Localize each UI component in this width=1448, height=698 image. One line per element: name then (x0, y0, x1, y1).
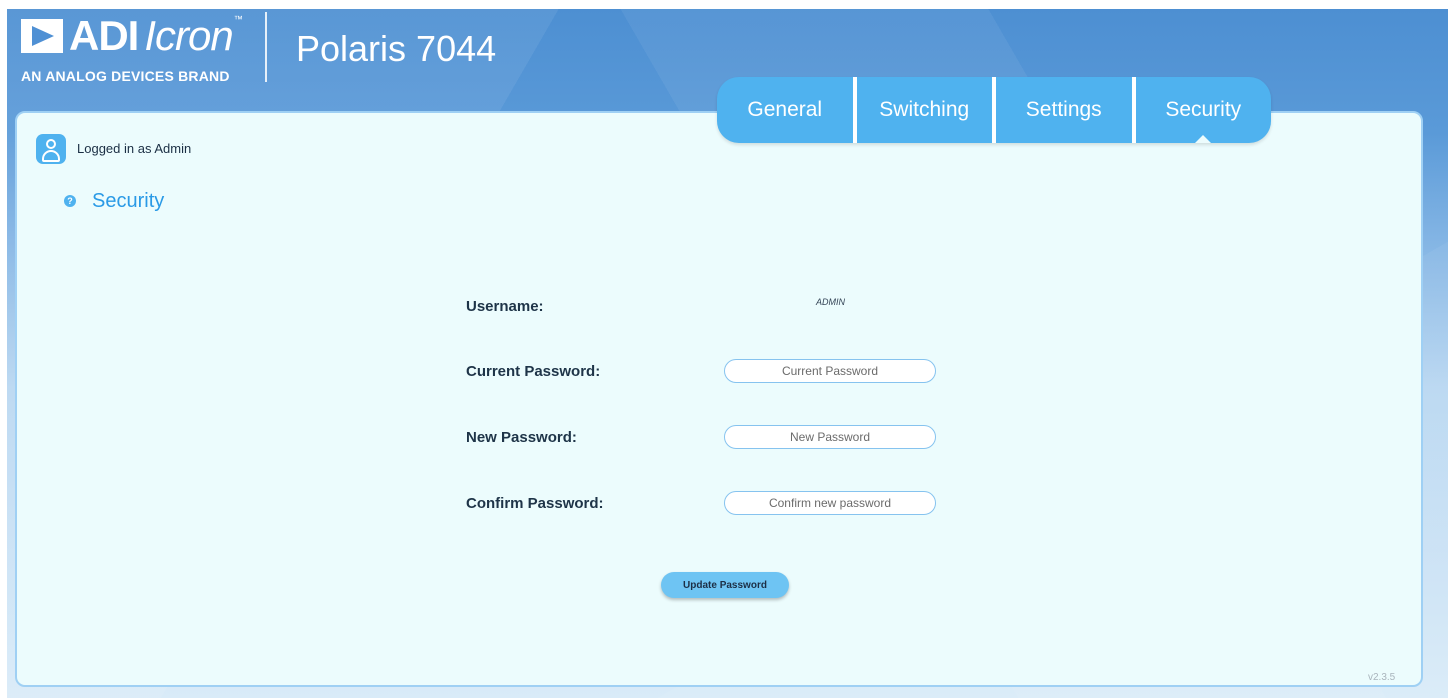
current-password-label: Current Password: (466, 363, 601, 380)
brand-wordmark: ADI Icron™ (69, 12, 243, 59)
username-label: Username: (466, 298, 544, 315)
adi-icron-logo: ADI Icron™ AN ANALOG DEVICES BRAND (21, 12, 243, 84)
version-label: v2.3.5 (1368, 672, 1396, 683)
tab-general[interactable]: General (717, 77, 857, 143)
user-avatar-icon (36, 134, 66, 164)
tab-security[interactable]: Security (1136, 77, 1272, 143)
new-password-input[interactable] (724, 425, 936, 449)
tab-settings[interactable]: Settings (996, 77, 1136, 143)
content-panel (15, 111, 1423, 687)
page-title: Security (92, 190, 165, 212)
main-tabs: General Switching Settings Security (717, 77, 1271, 143)
username-value: ADMIN (816, 297, 845, 307)
brand-tagline: AN ANALOG DEVICES BRAND (21, 68, 230, 84)
adi-triangle-logo-icon (21, 19, 63, 53)
header-divider (265, 12, 267, 82)
current-password-input[interactable] (724, 359, 936, 383)
product-title: Polaris 7044 (296, 28, 497, 69)
tab-switching[interactable]: Switching (857, 77, 996, 143)
confirm-password-input[interactable] (724, 491, 936, 515)
question-circle-icon[interactable]: ? (64, 195, 76, 207)
login-status: Logged in as Admin (77, 141, 192, 156)
new-password-label: New Password: (466, 429, 577, 446)
confirm-password-label: Confirm Password: (466, 495, 604, 512)
update-password-button[interactable]: Update Password (661, 572, 789, 598)
